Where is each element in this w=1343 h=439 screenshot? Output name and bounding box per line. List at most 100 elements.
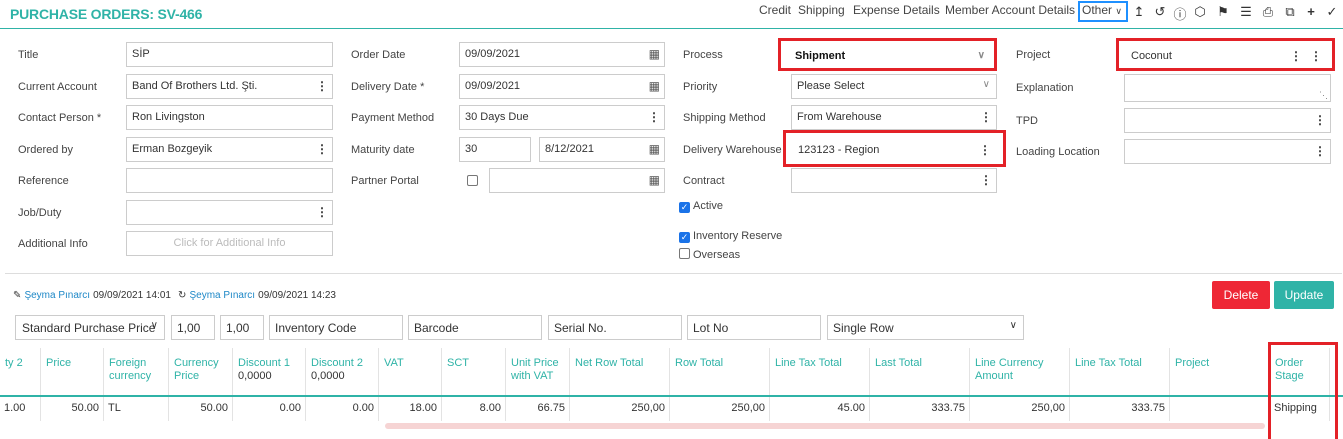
inventory-reserve-checkbox[interactable]: ✓ Inventory Reserve	[679, 230, 782, 243]
more-options-icon[interactable]: ⋮	[1310, 49, 1322, 63]
maturity-days-input[interactable]: 30	[459, 137, 531, 162]
column-header[interactable]: Unit Price with VAT	[506, 348, 570, 396]
update-button[interactable]: Update	[1274, 281, 1334, 309]
column-header[interactable]: ty 2	[0, 348, 41, 396]
history-icon[interactable]: ↺	[1152, 4, 1168, 20]
more-options-icon[interactable]: ⋮	[979, 143, 991, 157]
calendar-icon[interactable]: ▦	[649, 47, 660, 61]
delivery-date-input[interactable]: 09/09/2021 ▦	[459, 74, 665, 99]
shipping-link[interactable]: Shipping	[798, 3, 845, 17]
lot-no-input[interactable]: Lot No	[687, 315, 821, 340]
more-options-icon[interactable]: ⋮	[1314, 144, 1326, 158]
column-header[interactable]: Price	[41, 348, 104, 396]
copy-icon[interactable]: ⧉	[1282, 4, 1298, 20]
column-header[interactable]: SCT	[442, 348, 506, 396]
calendar-icon[interactable]: ▦	[649, 173, 660, 187]
price-type-select[interactable]: Standard Purchase Price ∨	[15, 315, 165, 340]
explanation-label: Explanation	[1016, 82, 1074, 94]
more-options-icon[interactable]: ⋮	[980, 173, 992, 187]
title-input[interactable]: SİP	[126, 42, 333, 67]
table-cell: 0.00	[233, 397, 306, 421]
column-header[interactable]: Row Total	[670, 348, 770, 396]
more-options-icon[interactable]: ⋮	[316, 205, 328, 219]
partner-portal-date-input[interactable]: ▦	[489, 168, 665, 193]
column-header[interactable]: Foreign currency	[104, 348, 169, 396]
explanation-textarea[interactable]: ⋱	[1124, 74, 1331, 102]
maturity-date-input[interactable]: 8/12/2021 ▦	[539, 137, 665, 162]
column-header[interactable]: Discount 1 0,0000	[233, 348, 306, 396]
current-account-input[interactable]: Band Of Brothers Ltd. Şti. ⋮	[126, 74, 333, 99]
tpd-input[interactable]: ⋮	[1124, 108, 1331, 133]
maturity-date-label: Maturity date	[351, 144, 415, 156]
loading-location-input[interactable]: ⋮	[1124, 139, 1331, 164]
ordered-by-value: Erman Bozgeyik	[132, 143, 213, 155]
order-date-input[interactable]: 09/09/2021 ▦	[459, 42, 665, 67]
more-options-icon[interactable]: ⋮	[648, 110, 660, 124]
column-header[interactable]: Discount 2 0,0000	[306, 348, 379, 396]
column-header[interactable]: Last Total	[870, 348, 970, 396]
shipping-method-input[interactable]: From Warehouse ⋮	[791, 105, 997, 130]
plus-icon[interactable]: +	[1303, 4, 1319, 19]
order-stage-highlight	[1268, 342, 1338, 439]
updated-at: 09/09/2021 14:23	[258, 290, 336, 301]
ordered-by-input[interactable]: Erman Bozgeyik ⋮	[126, 137, 333, 162]
delete-button[interactable]: Delete	[1212, 281, 1270, 309]
more-options-icon[interactable]: ⋮	[980, 110, 992, 124]
column-header-label: Net Row Total	[575, 357, 644, 369]
bell-icon[interactable]: ⚑	[1215, 4, 1231, 20]
other-menu-button[interactable]: Other ∨	[1082, 3, 1122, 17]
check-icon[interactable]: ✓	[1324, 4, 1340, 20]
column-header[interactable]: Currency Price	[169, 348, 233, 396]
project-input[interactable]: Coconut ⋮ ⋮	[1116, 38, 1335, 71]
column-header[interactable]: Line Currency Amount	[970, 348, 1070, 396]
column-header[interactable]: VAT	[379, 348, 442, 396]
additional-info-input[interactable]: Click for Additional Info	[126, 231, 333, 256]
credit-link[interactable]: Credit	[759, 3, 791, 17]
row-mode-select[interactable]: Single Row ∨	[827, 315, 1024, 340]
serial-no-input[interactable]: Serial No.	[548, 315, 682, 340]
more-options-icon[interactable]: ⋮	[1314, 113, 1326, 127]
updated-by-link[interactable]: Şeyma Pınarcı	[189, 290, 255, 301]
resize-handle-icon[interactable]: ⋱	[1319, 90, 1328, 101]
process-select[interactable]: Shipment ∨	[778, 38, 997, 71]
value1-input[interactable]: 1,00	[171, 315, 215, 340]
member-account-details-link[interactable]: Member Account Details	[945, 3, 1075, 17]
payment-method-input[interactable]: 30 Days Due ⋮	[459, 105, 665, 130]
job-duty-input[interactable]: ⋮	[126, 200, 333, 225]
column-header-label: Currency Price	[174, 357, 219, 382]
contact-person-input[interactable]: Ron Livingston	[126, 105, 333, 130]
column-header-label: VAT	[384, 357, 404, 369]
shipping-method-value: From Warehouse	[797, 111, 882, 123]
barcode-input[interactable]: Barcode	[408, 315, 542, 340]
column-header[interactable]: Line Tax Total	[770, 348, 870, 396]
calendar-icon[interactable]: ▦	[649, 142, 660, 156]
inventory-code-input[interactable]: Inventory Code	[269, 315, 403, 340]
table-cell: 1.00	[0, 397, 41, 421]
box-icon[interactable]: ⬡	[1192, 4, 1208, 20]
column-header[interactable]: Line Tax Total	[1070, 348, 1170, 396]
partner-portal-checkbox[interactable]	[467, 175, 481, 188]
current-account-label: Current Account	[18, 81, 97, 93]
more-options-icon[interactable]: ⋮	[1290, 49, 1302, 63]
info-icon[interactable]: ⓘ	[1172, 4, 1188, 23]
partner-portal-label: Partner Portal	[351, 175, 419, 187]
more-options-icon[interactable]: ⋮	[316, 142, 328, 156]
active-checkbox[interactable]: ✓ Active	[679, 200, 723, 213]
created-by-link[interactable]: Şeyma Pınarcı	[24, 290, 90, 301]
column-header[interactable]: Project	[1170, 348, 1270, 396]
expense-details-link[interactable]: Expense Details	[853, 3, 940, 17]
calendar-icon[interactable]: ▦	[649, 79, 660, 93]
print-icon[interactable]: ⎙	[1260, 4, 1276, 20]
horizontal-scrollbar[interactable]	[385, 423, 1265, 429]
reference-input[interactable]	[126, 168, 333, 193]
contact-person-label: Contact Person *	[18, 112, 102, 124]
overseas-checkbox[interactable]: Overseas	[679, 248, 740, 261]
column-header[interactable]: Net Row Total	[570, 348, 670, 396]
contract-input[interactable]: ⋮	[791, 168, 997, 193]
priority-select[interactable]: Please Select ∨	[791, 74, 997, 99]
delivery-warehouse-input[interactable]: 123123 - Region ⋮	[783, 130, 1006, 167]
list-icon[interactable]: ☰	[1238, 4, 1254, 20]
value2-input[interactable]: 1,00	[220, 315, 264, 340]
upload-icon[interactable]: ↥	[1131, 4, 1147, 20]
more-options-icon[interactable]: ⋮	[316, 79, 328, 93]
